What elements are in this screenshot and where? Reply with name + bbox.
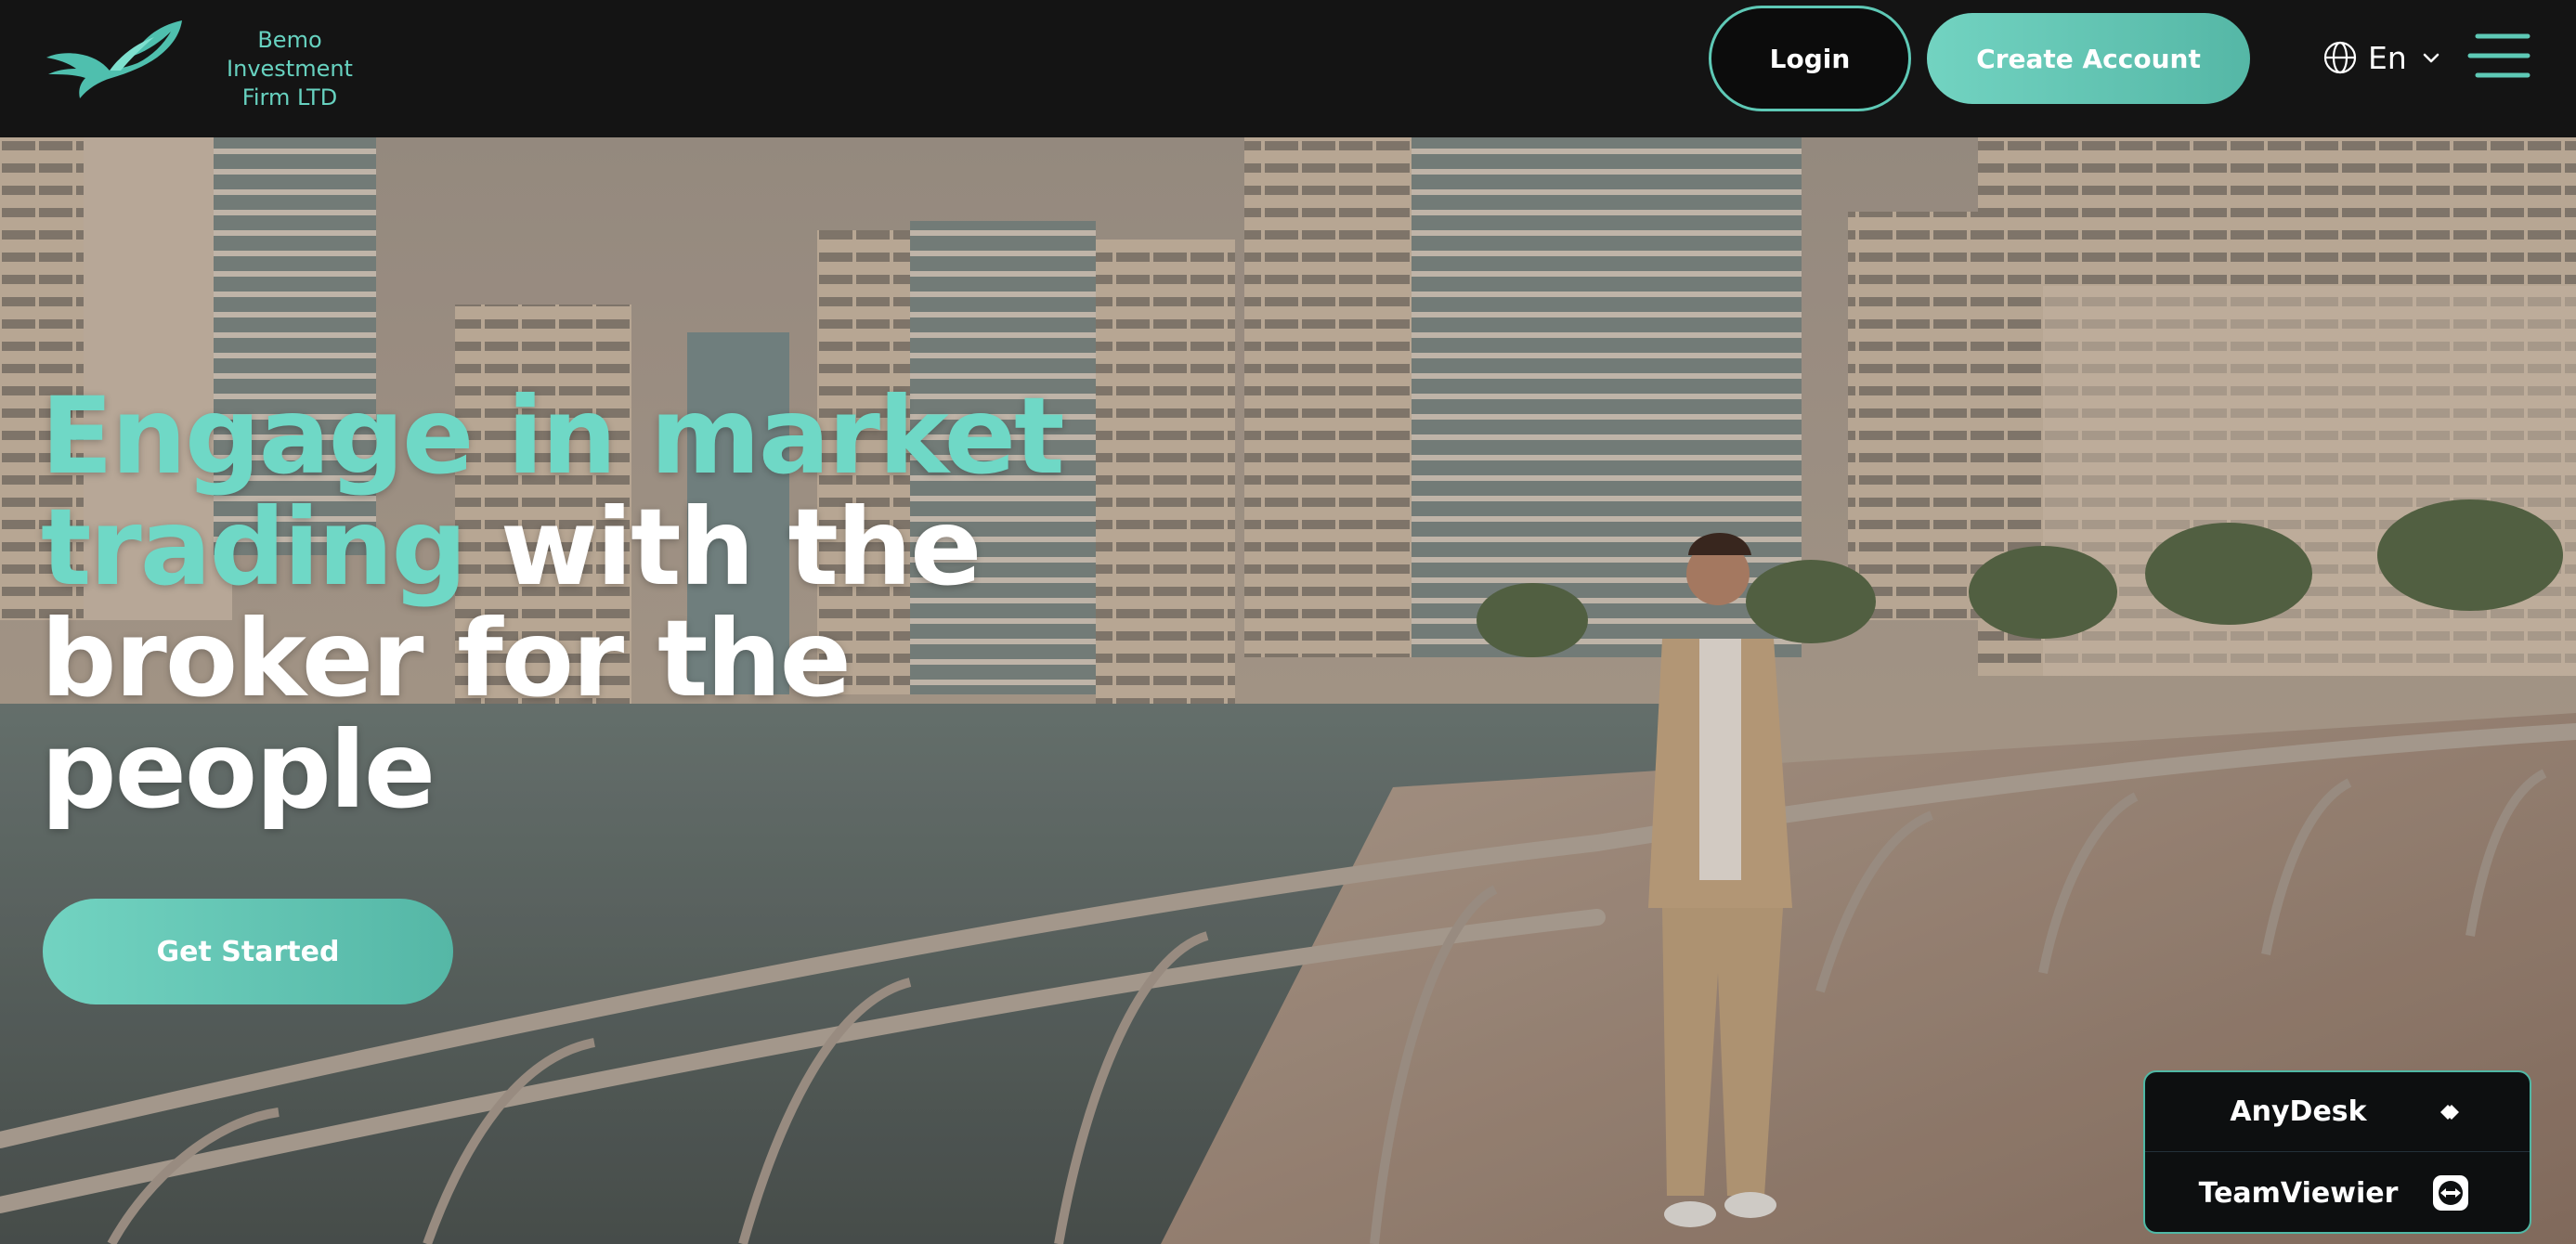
headline-accent-line2: trading (41, 486, 467, 609)
brand-name[interactable]: Bemo Investment Firm LTD (199, 26, 381, 112)
headline-plain-line2: with the (465, 486, 982, 609)
brand-name-line1: Bemo Investment (227, 27, 353, 82)
teamviewer-icon (2433, 1175, 2468, 1211)
site-header: Bemo Investment Firm LTD Login Create Ac… (0, 0, 2576, 137)
brand-name-line2: Firm LTD (241, 84, 338, 110)
globe-icon (2323, 41, 2357, 74)
chevron-down-icon (2423, 53, 2439, 63)
headline-plain-line4: people (41, 708, 436, 832)
headline-accent-line1: Engage in market (41, 374, 1065, 498)
remote-support-widget: AnyDesk TeamViewier (2143, 1070, 2531, 1234)
get-started-button[interactable]: Get Started (43, 899, 453, 1004)
bird-logo-icon[interactable] (45, 17, 193, 100)
anydesk-label: AnyDesk (2230, 1095, 2367, 1128)
create-account-button[interactable]: Create Account (1927, 13, 2250, 104)
anydesk-icon (2440, 1104, 2459, 1120)
login-button[interactable]: Login (1709, 6, 1911, 111)
anydesk-link[interactable]: AnyDesk (2145, 1072, 2530, 1152)
hamburger-menu-icon[interactable] (2466, 32, 2531, 80)
hero-headline: Engage in market trading with the broker… (41, 381, 1118, 826)
teamviewer-label: TeamViewier (2198, 1176, 2399, 1210)
language-label: En (2368, 39, 2407, 76)
language-selector[interactable]: En (2322, 35, 2442, 80)
teamviewer-link[interactable]: TeamViewier (2145, 1153, 2530, 1232)
headline-plain-line3: broker for the (41, 597, 852, 720)
